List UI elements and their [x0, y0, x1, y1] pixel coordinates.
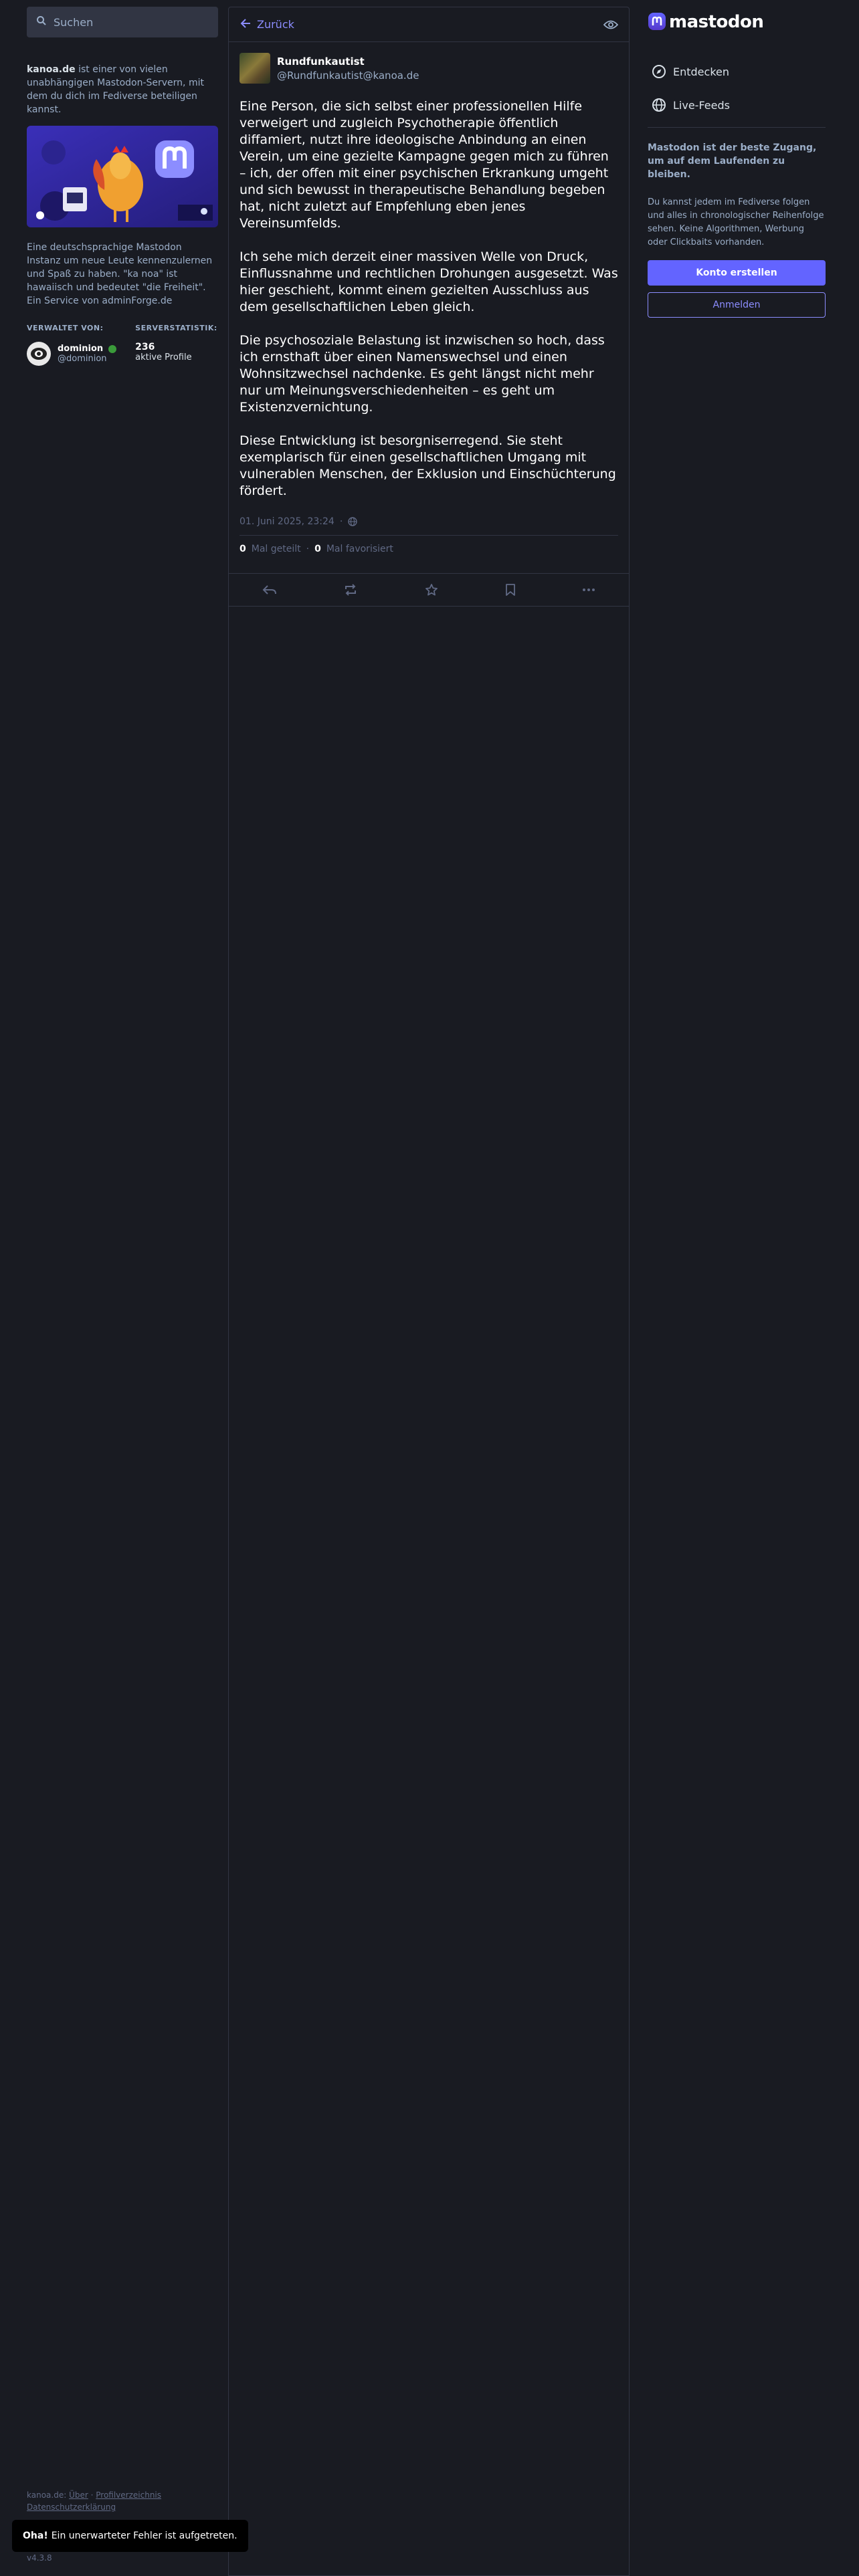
reply-icon[interactable] — [262, 584, 277, 596]
search-box[interactable] — [27, 7, 218, 37]
more-icon[interactable] — [582, 588, 595, 592]
divider — [648, 127, 826, 128]
right-column: mastodon Entdecken Live-Feeds Mastodon i… — [648, 9, 826, 318]
status: Rundfunkautist @Rundfunkautist@kanoa.de … — [229, 42, 629, 573]
search-input[interactable] — [54, 15, 209, 29]
footer-about-link[interactable]: Über — [69, 2490, 88, 2500]
globe-icon — [652, 98, 666, 112]
arrow-left-icon — [240, 17, 252, 32]
eye-icon[interactable] — [603, 19, 618, 30]
footer-domain: kanoa.de: — [27, 2490, 67, 2500]
favourites-label[interactable]: Mal favorisiert — [326, 544, 393, 554]
server-description: Eine deutschsprachige Mastodon Instanz u… — [27, 242, 213, 306]
admin-name[interactable]: dominion — [58, 344, 117, 354]
sign-up-banner: Mastodon ist der beste Zugang, um auf de… — [648, 141, 826, 249]
nav-item-label: Entdecken — [673, 65, 729, 78]
error-toast[interactable]: Oha! Ein unerwarteter Fehler ist aufgetr… — [12, 2520, 248, 2552]
server-intro: kanoa.de ist einer von vielen unabhängig… — [27, 63, 218, 116]
status-timestamp[interactable]: 01. Juni 2025, 23:24 — [240, 516, 335, 527]
compass-icon — [652, 64, 666, 79]
separator-dot: · — [306, 544, 310, 554]
footer-privacy-link[interactable]: Datenschutzerklärung — [27, 2502, 116, 2512]
mastodon-logo-text: mastodon — [669, 12, 764, 32]
mastodon-logo-icon — [648, 12, 666, 32]
footer-profiles-link[interactable]: Profilverzeichnis — [96, 2490, 161, 2500]
nav-item-label: Live-Feeds — [673, 98, 730, 112]
active-count: 236 — [135, 342, 155, 352]
separator-dot: · — [339, 516, 343, 527]
server-statistics: SERVERSTATISTIK: 236 aktive Profile — [135, 324, 217, 366]
star-icon[interactable] — [425, 583, 438, 597]
left-column: kanoa.de ist einer von vielen unabhängig… — [27, 7, 218, 366]
navigation: Entdecken Live-Feeds — [648, 55, 826, 122]
status-action-bar — [229, 573, 629, 607]
back-label: Zurück — [257, 18, 294, 31]
mastodon-logo[interactable]: mastodon — [648, 9, 826, 35]
server-banner — [27, 126, 218, 227]
toast-message: Ein unerwarteter Fehler ist aufgetreten. — [51, 2531, 237, 2541]
status-paragraph: Diese Entwicklung ist besorgniserregend.… — [240, 433, 616, 498]
server-stats-label: SERVERSTATISTIK: — [135, 324, 217, 332]
page: kanoa.de ist einer von vielen unabhängig… — [0, 0, 859, 2576]
status-author[interactable]: Rundfunkautist @Rundfunkautist@kanoa.de — [240, 53, 618, 84]
active-label: aktive Profile — [135, 352, 192, 362]
status-paragraph: Die psychosoziale Belastung ist inzwisch… — [240, 333, 605, 415]
nav-item-live-feeds[interactable]: Live-Feeds — [648, 88, 826, 122]
admin-handle: @dominion — [58, 354, 107, 364]
author-avatar[interactable] — [240, 53, 270, 84]
favourites-count: 0 — [314, 544, 321, 554]
boost-icon[interactable] — [343, 584, 358, 596]
back-button[interactable]: Zurück — [240, 17, 294, 32]
admin-account[interactable]: dominion @dominion — [27, 342, 117, 366]
status-counts: 0 Mal geteilt · 0 Mal favorisiert — [240, 536, 618, 562]
admin-name-text: dominion — [58, 344, 104, 354]
sign-up-text: Du kannst jedem im Fediverse folgen und … — [648, 197, 824, 247]
status-content: Eine Person, die sich selbst einer profe… — [240, 98, 618, 500]
administered-by: VERWALTET VON: dominion @dominion — [27, 324, 117, 366]
server-stats: VERWALTET VON: dominion @dominion SERVER… — [27, 324, 218, 366]
status-paragraph: Ich sehe mich derzeit einer massiven Wel… — [240, 249, 618, 314]
nav-item-explore[interactable]: Entdecken — [648, 55, 826, 88]
sign-up-heading: Mastodon ist der beste Zugang, um auf de… — [648, 142, 817, 180]
search-icon — [36, 15, 47, 29]
login-button[interactable]: Anmelden — [648, 292, 826, 318]
online-dot-icon — [108, 344, 117, 353]
author-handle: @Rundfunkautist@kanoa.de — [277, 69, 419, 82]
status-paragraph: Eine Person, die sich selbst einer profe… — [240, 99, 609, 231]
author-display-name[interactable]: Rundfunkautist — [277, 56, 419, 68]
version-label: v4.3.8 — [27, 2553, 52, 2563]
boosts-label[interactable]: Mal geteilt — [252, 544, 301, 554]
column-header: Zurück — [229, 7, 629, 42]
bookmark-icon[interactable] — [505, 583, 516, 597]
toast-strong: Oha! — [23, 2531, 48, 2541]
administered-by-label: VERWALTET VON: — [27, 324, 104, 332]
status-meta: 01. Juni 2025, 23:24 · — [240, 516, 618, 536]
boosts-count: 0 — [240, 544, 246, 554]
status-column: Zurück Rundfunkautist @Rundfunkautist@ka… — [228, 7, 630, 2576]
admin-avatar[interactable] — [27, 342, 51, 366]
left-footer: kanoa.de: Über · Profilverzeichnis Daten… — [27, 2490, 162, 2512]
create-account-button[interactable]: Konto erstellen — [648, 260, 826, 286]
globe-icon — [348, 517, 357, 526]
server-domain: kanoa.de — [27, 64, 76, 75]
